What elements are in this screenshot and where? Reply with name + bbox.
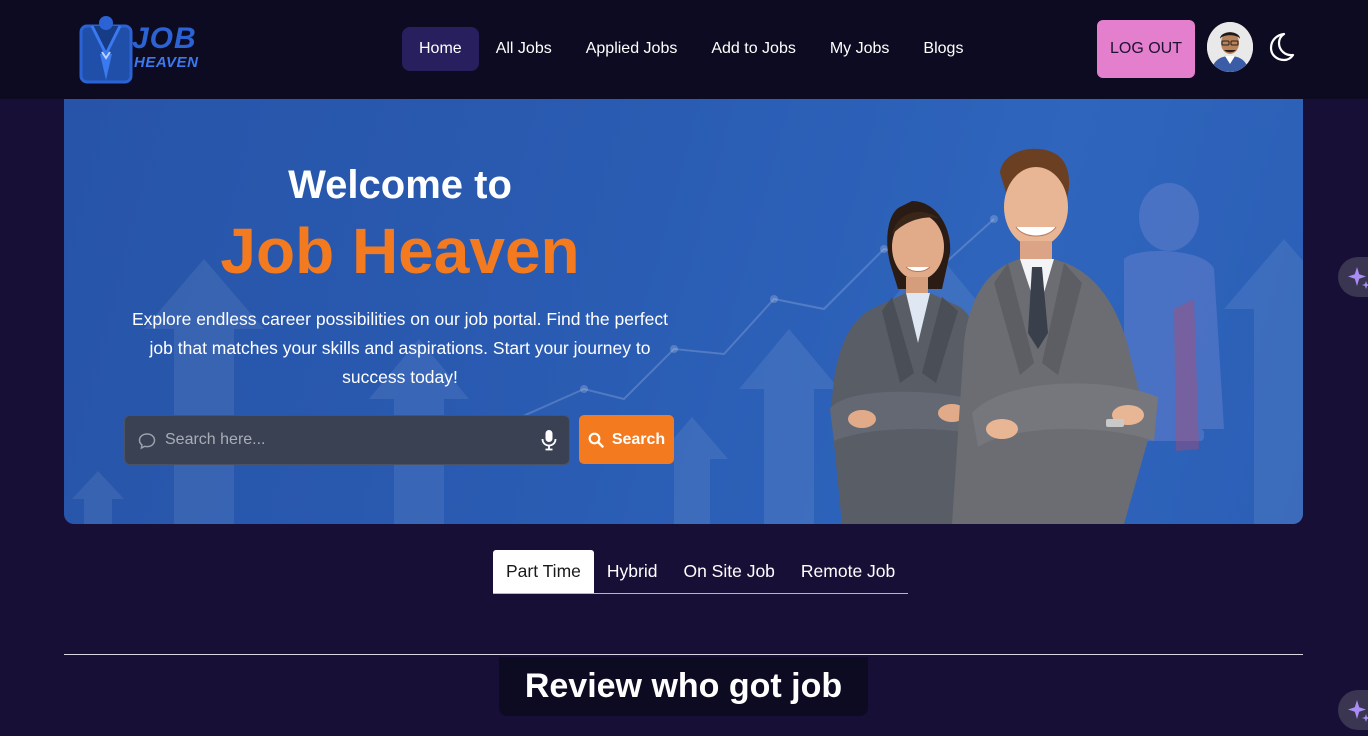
chat-bubble-icon [138, 433, 156, 450]
review-section-title: Review who got job [524, 667, 843, 705]
logo-mark-icon [79, 16, 133, 84]
search-bar [124, 415, 570, 465]
nav-all-jobs[interactable]: All Jobs [479, 27, 569, 71]
review-section-header: Review who got job [499, 657, 868, 716]
job-type-tabs: Part Time Hybrid On Site Job Remote Job [493, 550, 909, 594]
site-logo[interactable]: JOB HEAVEN [78, 14, 208, 86]
tab-remote-job[interactable]: Remote Job [788, 550, 908, 593]
search-icon [588, 432, 604, 448]
tab-part-time[interactable]: Part Time [493, 550, 594, 593]
businessman-figure [952, 148, 1158, 524]
nav-applied-jobs[interactable]: Applied Jobs [569, 27, 695, 71]
user-avatar-icon [1207, 22, 1253, 72]
tab-hybrid[interactable]: Hybrid [594, 550, 671, 593]
user-avatar[interactable] [1207, 22, 1253, 72]
hero-title: Welcome to [288, 163, 512, 207]
navbar: JOB HEAVEN Home All Jobs Applied Jobs Ad… [0, 0, 1368, 99]
sparkle-icon [1348, 700, 1368, 722]
nav-my-jobs[interactable]: My Jobs [813, 27, 907, 71]
hero-brand-name: Job Heaven [220, 215, 580, 287]
search-button[interactable]: Search [579, 415, 674, 464]
hero-description: Explore endless career possibilities on … [132, 309, 668, 387]
logo-word-heaven: HEAVEN [134, 54, 199, 71]
hero-business-people-image [830, 148, 1158, 524]
nav-blogs[interactable]: Blogs [906, 27, 980, 71]
moon-icon[interactable] [1265, 30, 1295, 62]
ai-assistant-button-top[interactable] [1338, 257, 1368, 297]
search-button-label: Search [611, 430, 666, 448]
sparkle-icon [1348, 267, 1368, 289]
tab-on-site-job[interactable]: On Site Job [670, 550, 787, 593]
logout-button[interactable]: LOG OUT [1097, 20, 1195, 78]
logo-word-job: JOB [132, 22, 197, 55]
microphone-icon[interactable] [539, 429, 559, 451]
section-divider [64, 654, 1303, 655]
main-nav: Home All Jobs Applied Jobs Add to Jobs M… [402, 27, 980, 71]
search-input[interactable] [165, 416, 525, 464]
ai-assistant-button-bottom[interactable] [1338, 690, 1368, 730]
nav-add-to-jobs[interactable]: Add to Jobs [694, 27, 813, 71]
nav-home[interactable]: Home [402, 27, 479, 71]
hero-banner: Welcome to Job Heaven Explore endless ca… [64, 99, 1303, 524]
